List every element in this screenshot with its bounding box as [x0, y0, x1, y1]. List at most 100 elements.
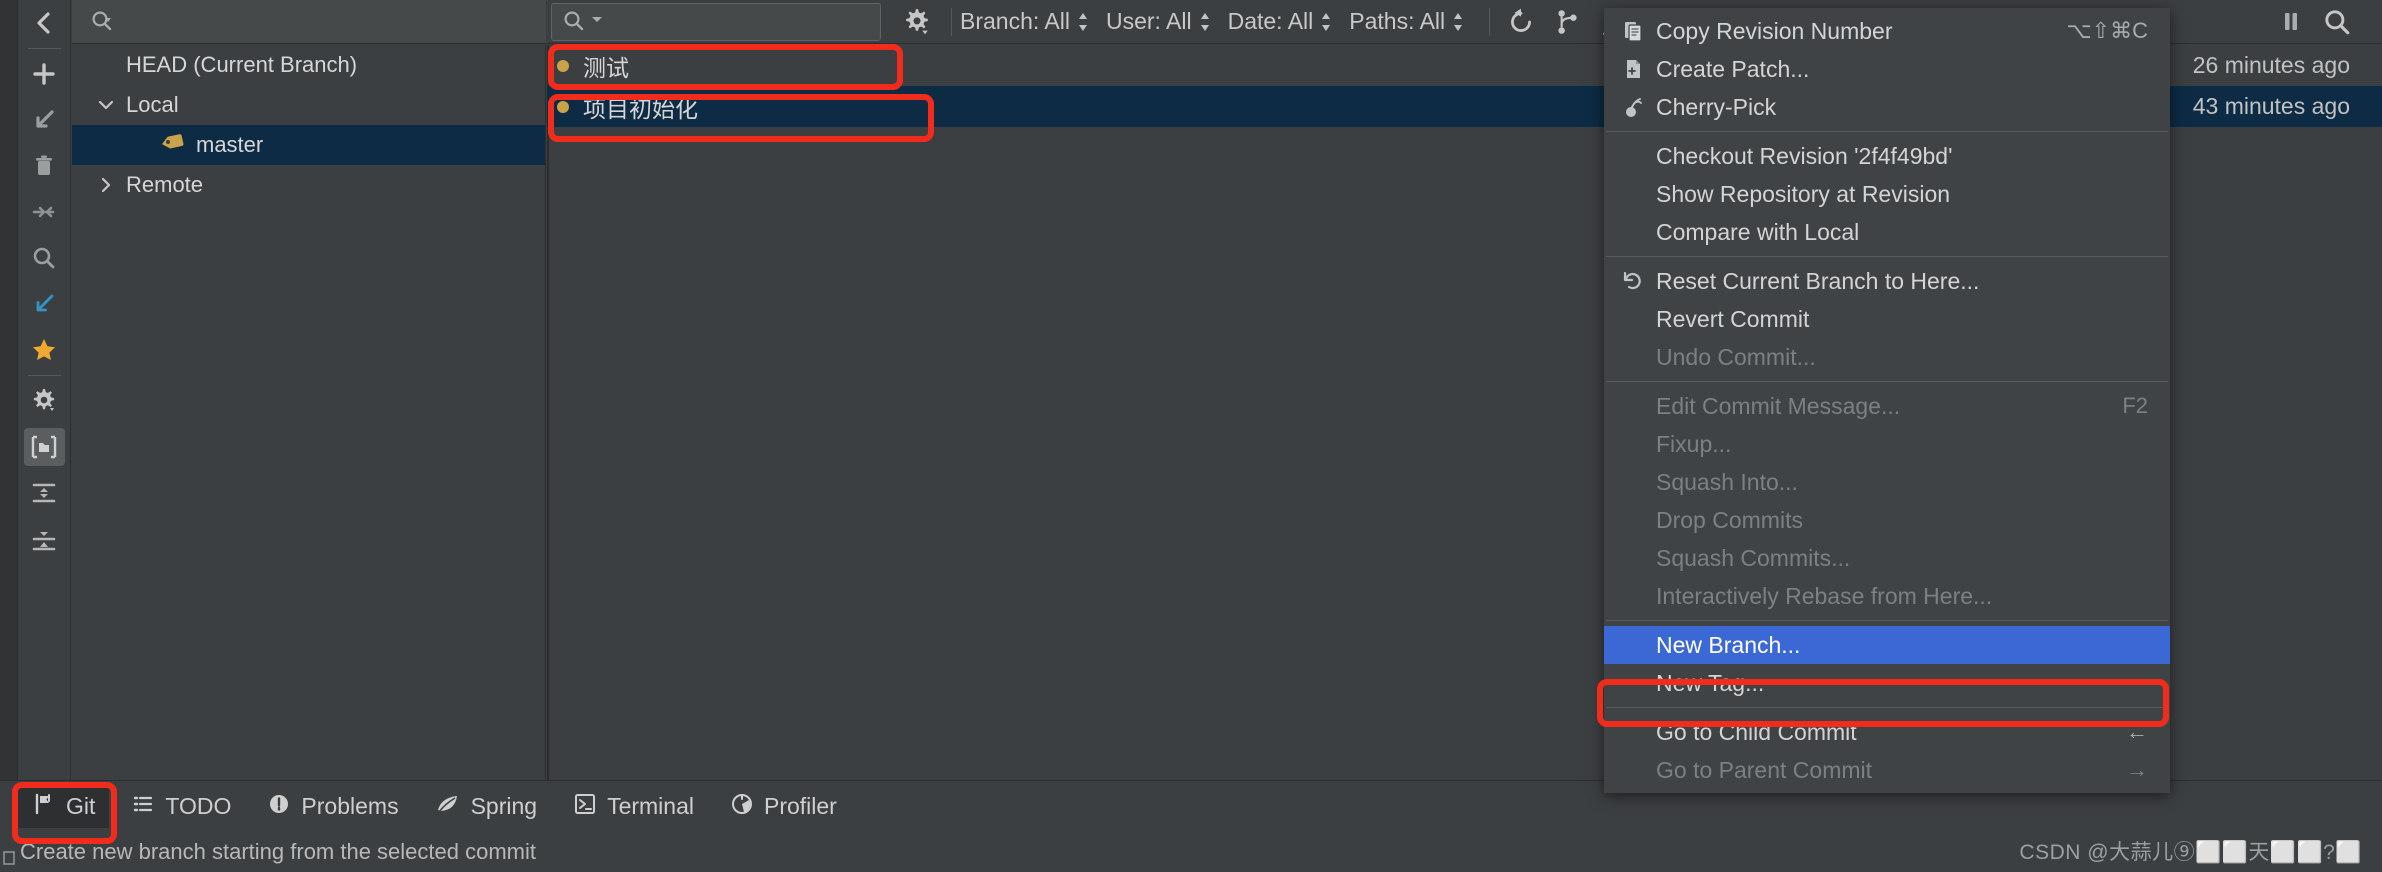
filter-paths[interactable]: Paths: All [1349, 8, 1465, 35]
problems-icon [267, 792, 291, 822]
menu-separator [1606, 131, 2168, 132]
menu-separator [1606, 256, 2168, 257]
add-icon[interactable] [18, 51, 71, 97]
collapse-all-icon[interactable] [18, 470, 71, 516]
tool-window-spring[interactable]: Spring [421, 786, 551, 828]
tree-item-label: Local [126, 92, 179, 117]
menu-item-label: Checkout Revision '2f4f49bd' [1656, 142, 1953, 169]
commit-search-input[interactable] [551, 2, 881, 41]
updown-arrows-icon [1200, 12, 1209, 31]
menu-item-copy-revision-number[interactable]: Copy Revision Number ⌥⇧⌘C [1604, 12, 2170, 50]
delete-icon[interactable] [18, 143, 71, 189]
commit-context-menu: Copy Revision Number ⌥⇧⌘C Create Patch..… [1604, 8, 2170, 793]
expand-all-icon[interactable] [18, 516, 71, 562]
watermark: CSDN @大蒜儿⑨⬜⬜天⬜⬜?⬜ [2019, 841, 2362, 864]
menu-item-revert-commit[interactable]: Revert Commit [1604, 300, 2170, 338]
filter-branch-label: Branch: All [960, 8, 1070, 34]
chevron-down-icon[interactable] [92, 95, 120, 115]
spring-leaf-icon [435, 792, 461, 822]
update-project-icon[interactable] [18, 281, 71, 327]
menu-item-edit-commit-message: Edit Commit Message... F2 [1604, 387, 2170, 425]
find-icon[interactable] [2314, 7, 2360, 37]
menu-item-label: Edit Commit Message... [1656, 392, 1901, 419]
rail-divider-2 [27, 375, 61, 376]
menu-item-squash-into: Squash Into... [1604, 463, 2170, 501]
toolbar-divider [951, 7, 952, 36]
intellij-git-log-window: HEAD (Current Branch) Local master Remot… [0, 0, 2382, 872]
menu-item-cherry-pick[interactable]: Cherry-Pick [1604, 88, 2170, 126]
rail-divider-1 [27, 48, 61, 49]
show-branches-icon[interactable] [18, 424, 71, 470]
tool-window-problems[interactable]: Problems [253, 786, 412, 828]
search-dropdown-arrow-icon[interactable] [590, 12, 604, 31]
status-message: Create new branch starting from the sele… [20, 839, 537, 864]
menu-item-shortcut: F2 [2122, 393, 2148, 418]
compare-icon[interactable] [18, 189, 71, 235]
menu-item-squash-commits: Squash Commits... [1604, 539, 2170, 577]
tool-window-todo[interactable]: TODO [117, 786, 245, 828]
menu-item-label: Interactively Rebase from Here... [1656, 582, 1993, 609]
menu-item-new-branch[interactable]: New Branch... [1604, 626, 2170, 664]
profiler-icon [730, 792, 754, 822]
tree-item-local[interactable]: Local [72, 85, 545, 125]
copy-icon [1614, 19, 1652, 43]
git-branch-icon[interactable] [1544, 7, 1590, 37]
search-icon[interactable] [18, 235, 71, 281]
menu-item-checkout-revision[interactable]: Checkout Revision '2f4f49bd' [1604, 137, 2170, 175]
collapse-back-icon[interactable] [18, 0, 71, 46]
menu-separator [1606, 620, 2168, 621]
graph-rail [547, 45, 549, 812]
reset-icon [1614, 269, 1652, 293]
menu-item-new-tag[interactable]: New Tag... [1604, 664, 2170, 702]
commit-message: 测试 [583, 54, 629, 81]
terminal-icon [573, 792, 597, 822]
favorite-icon[interactable] [18, 327, 71, 373]
menu-item-label: Cherry-Pick [1656, 93, 1777, 120]
menu-item-compare-with-local[interactable]: Compare with Local [1604, 213, 2170, 251]
refresh-icon[interactable] [1498, 7, 1544, 37]
menu-item-label: Create Patch... [1656, 55, 1810, 82]
filter-branch[interactable]: Branch: All [960, 8, 1090, 35]
chevron-right-icon[interactable] [92, 175, 120, 195]
todo-list-icon [131, 792, 155, 822]
tree-item-remote[interactable]: Remote [72, 165, 545, 205]
pause-icon[interactable] [2268, 8, 2314, 36]
search-icon [92, 10, 112, 30]
tool-window-label: Git [66, 793, 96, 819]
commit-graph-node-icon [551, 98, 575, 116]
menu-item-label: Fixup... [1656, 430, 1732, 457]
menu-item-label: Squash Commits... [1656, 544, 1851, 571]
menu-item-label: Compare with Local [1656, 218, 1860, 245]
menu-item-reset-current-branch-to-here[interactable]: Reset Current Branch to Here... [1604, 262, 2170, 300]
tool-window-label: Spring [470, 793, 538, 819]
menu-item-create-patch[interactable]: Create Patch... [1604, 50, 2170, 88]
menu-item-label: Squash Into... [1656, 468, 1798, 495]
tree-item-master[interactable]: master [72, 125, 545, 165]
commit-graph-node-icon [551, 57, 575, 75]
filter-paths-label: Paths: All [1349, 8, 1446, 34]
menu-separator [1606, 707, 2168, 708]
menu-separator [1606, 381, 2168, 382]
toolbar-divider-2 [1489, 7, 1491, 36]
menu-item-shortcut: ← [2126, 719, 2148, 744]
filter-date[interactable]: Date: All [1228, 8, 1334, 35]
menu-item-shortcut: ⌥⇧⌘C [2066, 18, 2148, 43]
menu-item-go-to-child-commit[interactable]: Go to Child Commit ← [1604, 713, 2170, 751]
tool-window-git[interactable]: Git [18, 785, 110, 828]
gear-icon[interactable] [18, 378, 71, 424]
status-bar: Create new branch starting from the sele… [0, 832, 2382, 872]
branch-filter-field[interactable] [72, 0, 546, 44]
menu-item-label: Go to Parent Commit [1656, 756, 1873, 783]
tree-item-head[interactable]: HEAD (Current Branch) [72, 45, 545, 85]
tool-window-label: Profiler [763, 793, 837, 819]
menu-item-label: Revert Commit [1656, 305, 1810, 332]
checkout-icon[interactable] [18, 97, 71, 143]
filter-user[interactable]: User: All [1106, 8, 1212, 35]
log-settings-gear-icon[interactable] [891, 7, 943, 37]
menu-item-show-repository-at-revision[interactable]: Show Repository at Revision [1604, 175, 2170, 213]
menu-item-drop-commits: Drop Commits [1604, 501, 2170, 539]
menu-item-label: Drop Commits [1656, 506, 1803, 533]
tool-window-profiler[interactable]: Profiler [716, 786, 851, 828]
cherry-icon [1614, 95, 1652, 119]
tool-window-terminal[interactable]: Terminal [559, 786, 708, 828]
